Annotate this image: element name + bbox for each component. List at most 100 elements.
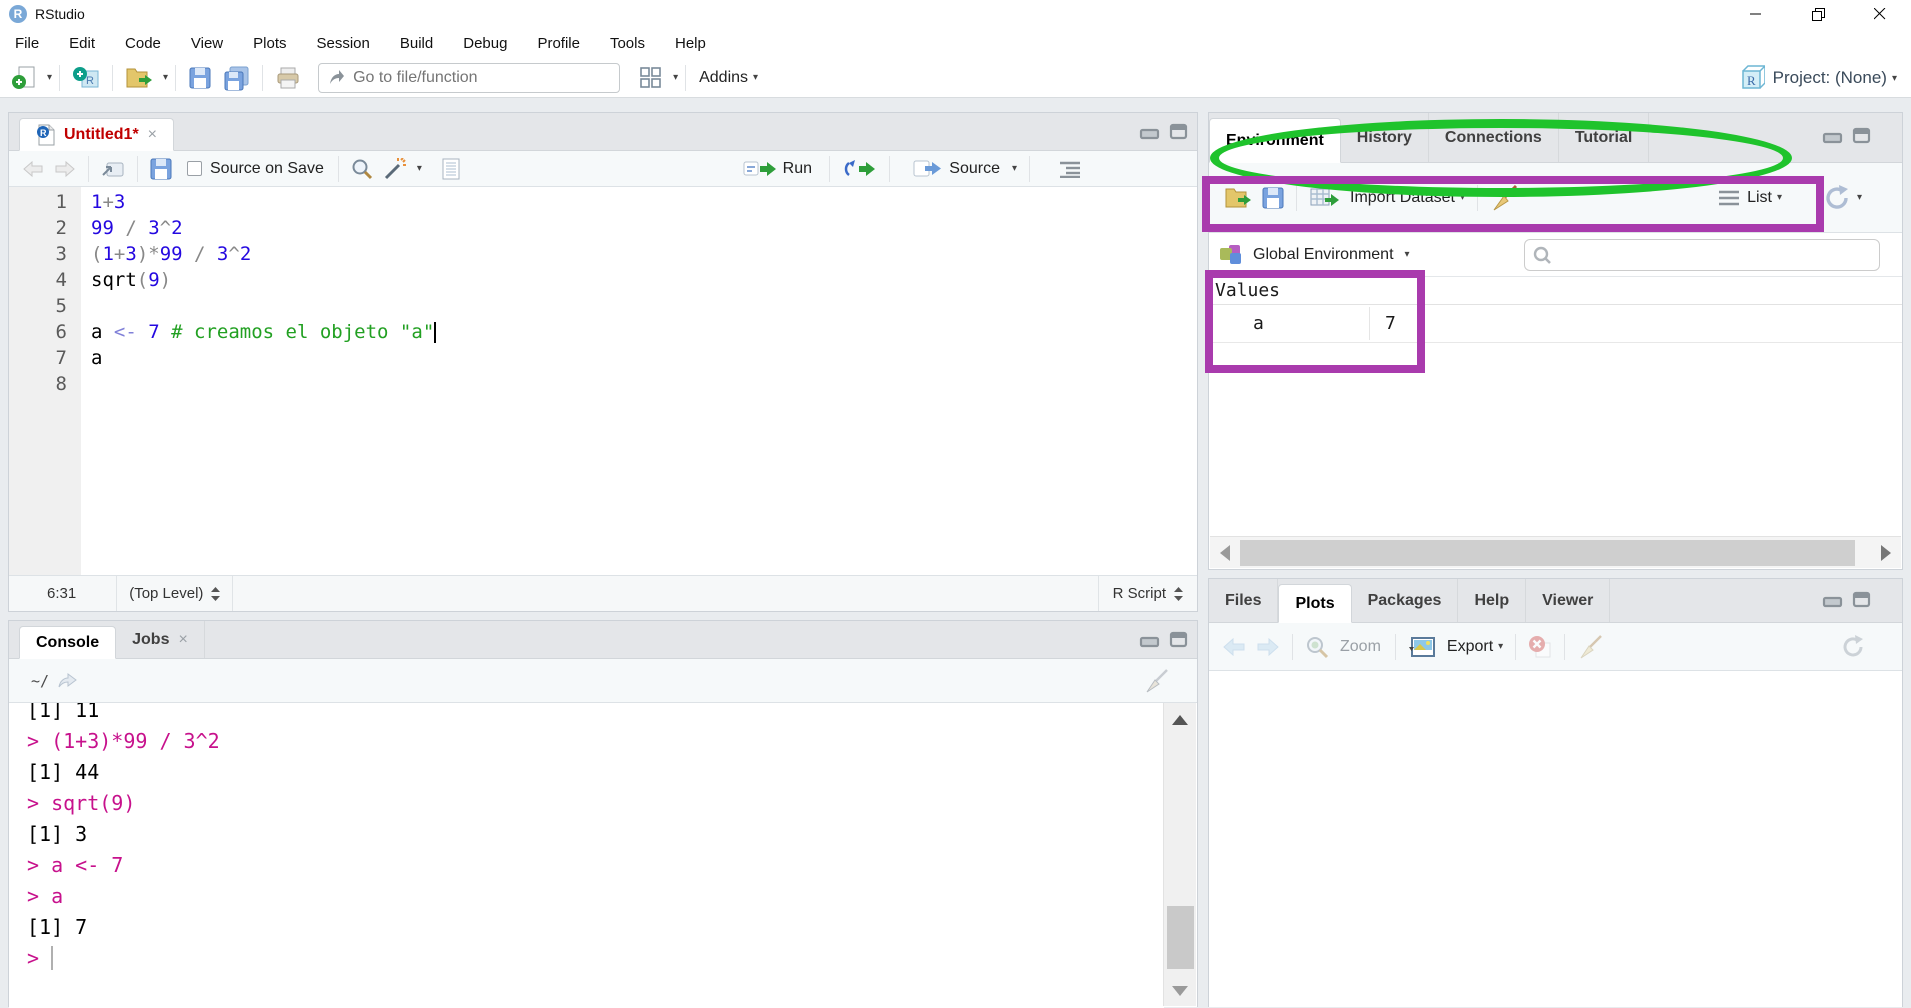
tab-help[interactable]: Help xyxy=(1458,579,1526,622)
minimize-pane-icon[interactable] xyxy=(1822,128,1844,144)
window-minimize-button[interactable] xyxy=(1725,0,1787,28)
tab-untitled1[interactable]: R Untitled1* × xyxy=(19,118,174,151)
refresh-dropdown[interactable]: ▾ xyxy=(1857,192,1862,203)
tab-jobs[interactable]: Jobs × xyxy=(116,621,205,658)
code-line[interactable] xyxy=(91,371,1197,397)
new-file-button[interactable] xyxy=(6,58,42,97)
panes-dropdown[interactable]: ▾ xyxy=(673,72,678,83)
tab-viewer[interactable]: Viewer xyxy=(1526,579,1610,622)
scrollbar-thumb[interactable] xyxy=(1167,906,1194,969)
maximize-pane-icon[interactable] xyxy=(1169,123,1189,140)
menu-build[interactable]: Build xyxy=(385,28,448,58)
tab-files[interactable]: Files xyxy=(1209,579,1278,622)
tab-tutorial[interactable]: Tutorial xyxy=(1559,113,1649,162)
open-file-button[interactable] xyxy=(120,58,158,97)
remove-plot-button[interactable] xyxy=(1523,623,1557,670)
source-button[interactable]: Source xyxy=(949,160,1000,178)
scrollbar-thumb[interactable] xyxy=(1240,540,1855,566)
environment-scope-dropdown[interactable]: ▾ xyxy=(1405,249,1410,260)
goto-file-function-input[interactable] xyxy=(353,69,593,87)
source-on-save-checkbox[interactable] xyxy=(187,161,202,176)
previous-plot-button[interactable] xyxy=(1217,623,1251,670)
menu-tools[interactable]: Tools xyxy=(595,28,660,58)
refresh-plots-button[interactable] xyxy=(1834,623,1872,670)
save-all-button[interactable] xyxy=(217,58,255,97)
compile-report-button[interactable] xyxy=(436,151,466,186)
tab-packages[interactable]: Packages xyxy=(1352,579,1459,622)
new-project-button[interactable]: R xyxy=(67,58,105,97)
code-line[interactable]: a xyxy=(91,345,1197,371)
tab-console[interactable]: Console xyxy=(19,626,116,659)
list-view-button[interactable]: List xyxy=(1747,189,1772,207)
tab-environment[interactable]: Environment xyxy=(1209,118,1341,163)
rerun-button[interactable] xyxy=(843,159,879,179)
project-selector[interactable]: R Project: (None) ▾ xyxy=(1739,58,1897,98)
source-dropdown[interactable]: ▾ xyxy=(1012,163,1017,174)
environment-object-row[interactable]: a7 xyxy=(1209,305,1902,343)
import-dataset-button[interactable] xyxy=(1304,163,1344,232)
menu-session[interactable]: Session xyxy=(302,28,385,58)
tab-plots[interactable]: Plots xyxy=(1278,584,1351,623)
window-close-button[interactable] xyxy=(1849,0,1911,28)
import-dataset-dropdown[interactable]: ▾ xyxy=(1460,192,1465,203)
console-vscrollbar[interactable] xyxy=(1163,703,1196,1006)
editor-code[interactable]: 1+399 / 3^2(1+3)*99 / 3^2sqrt(9)a <- 7 #… xyxy=(81,187,1197,577)
export-dropdown[interactable]: ▾ xyxy=(1498,641,1503,652)
run-button[interactable]: Run xyxy=(783,160,812,178)
file-type-selector[interactable]: R Script xyxy=(1098,576,1197,611)
code-line[interactable]: sqrt(9) xyxy=(91,267,1197,293)
save-source-button[interactable] xyxy=(145,151,177,186)
menu-file[interactable]: File xyxy=(0,28,54,58)
console-output[interactable]: [1] 11> (1+3)*99 / 3^2[1] 44> sqrt(9)[1]… xyxy=(9,703,1164,1008)
tab-close-icon[interactable]: × xyxy=(178,631,187,649)
scroll-right-arrow-icon[interactable] xyxy=(1881,545,1891,561)
window-restore-button[interactable] xyxy=(1787,0,1849,28)
export-plot-label[interactable]: Export xyxy=(1447,638,1493,656)
clear-environment-button[interactable] xyxy=(1485,163,1523,232)
show-in-new-window-button[interactable] xyxy=(96,151,130,186)
menu-plots[interactable]: Plots xyxy=(238,28,301,58)
minimize-pane-icon[interactable] xyxy=(1822,592,1844,608)
save-button[interactable] xyxy=(183,58,217,97)
tab-connections[interactable]: Connections xyxy=(1429,113,1559,162)
clear-plots-button[interactable] xyxy=(1572,623,1608,670)
maximize-pane-icon[interactable] xyxy=(1169,631,1189,648)
refresh-icon[interactable] xyxy=(1822,183,1852,213)
document-outline-button[interactable] xyxy=(1056,160,1082,178)
open-file-dropdown[interactable]: ▾ xyxy=(163,72,168,83)
menu-code[interactable]: Code xyxy=(110,28,176,58)
load-workspace-button[interactable] xyxy=(1219,163,1257,232)
maximize-pane-icon[interactable] xyxy=(1852,127,1872,144)
new-file-dropdown[interactable]: ▾ xyxy=(47,72,52,83)
code-line[interactable]: 1+3 xyxy=(91,189,1197,215)
scroll-up-arrow-icon[interactable] xyxy=(1172,715,1188,725)
print-button[interactable] xyxy=(270,58,306,97)
code-line[interactable] xyxy=(91,293,1197,319)
scope-selector[interactable]: (Top Level) xyxy=(116,576,233,611)
goto-file-function-box[interactable] xyxy=(318,63,620,93)
tab-history[interactable]: History xyxy=(1341,113,1429,162)
environment-search-input[interactable] xyxy=(1557,246,1871,263)
forward-button[interactable] xyxy=(49,151,81,186)
code-line[interactable]: a <- 7 # creamos el objeto "a" xyxy=(91,319,1197,345)
code-line[interactable]: (1+3)*99 / 3^2 xyxy=(91,241,1197,267)
minimize-pane-icon[interactable] xyxy=(1139,632,1161,648)
code-tools-button[interactable] xyxy=(378,151,412,186)
list-view-dropdown[interactable]: ▾ xyxy=(1777,192,1782,203)
save-workspace-button[interactable] xyxy=(1257,163,1289,232)
menu-view[interactable]: View xyxy=(176,28,238,58)
import-dataset-label[interactable]: Import Dataset xyxy=(1350,189,1455,207)
addins-button[interactable]: Addins xyxy=(699,69,748,87)
find-replace-button[interactable] xyxy=(346,151,378,186)
goto-directory-icon[interactable] xyxy=(57,673,79,689)
addins-dropdown[interactable]: ▾ xyxy=(753,72,758,83)
export-plot-button[interactable] xyxy=(1403,623,1441,670)
scroll-down-arrow-icon[interactable] xyxy=(1172,986,1188,996)
workspace-panes-button[interactable] xyxy=(634,58,668,97)
menu-edit[interactable]: Edit xyxy=(54,28,110,58)
environment-search-box[interactable] xyxy=(1524,239,1880,271)
maximize-pane-icon[interactable] xyxy=(1852,591,1872,608)
back-button[interactable] xyxy=(17,151,49,186)
scroll-left-arrow-icon[interactable] xyxy=(1220,545,1230,561)
project-dropdown[interactable]: ▾ xyxy=(1892,73,1897,84)
